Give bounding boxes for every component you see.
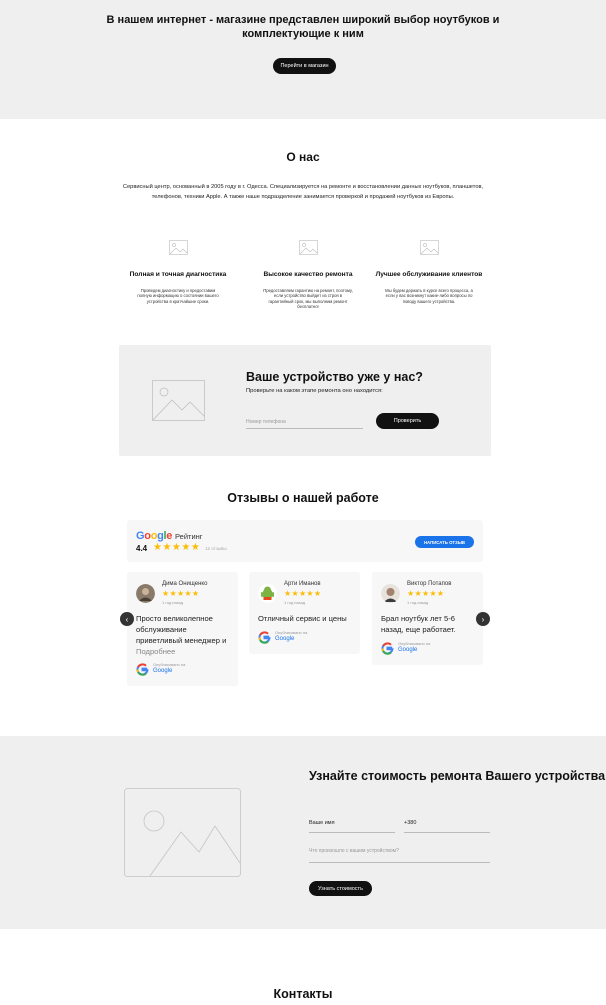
contacts-title: Контакты — [273, 987, 333, 1001]
published-label: Опубликовано на — [153, 662, 186, 667]
google-rating-bar: Google Рейтинг 4.4 ★★★★★ 12 отзывы НАПИС… — [127, 520, 483, 562]
feature-diagnostics: Полная и точная диагностика Проведем диа… — [118, 240, 238, 304]
hero-section: В нашем интернет - магазине представлен … — [0, 0, 606, 119]
review-text: Просто великолепное обслуживание приветл… — [136, 613, 233, 657]
check-status-button[interactable]: Проверить — [376, 413, 439, 429]
image-placeholder-icon — [298, 240, 318, 255]
published-on-google: Опубликовано на Google — [258, 629, 358, 645]
reviewer-name: Дима Онищенко — [162, 581, 208, 587]
write-review-button[interactable]: НАПИСАТЬ ОТЗЫВ — [415, 536, 474, 548]
published-on-google: Опубликовано на Google — [381, 640, 481, 656]
google-g-icon — [381, 642, 394, 655]
go-to-shop-button[interactable]: Перейти в магазин — [273, 58, 336, 74]
feature-quality: Высокое качество ремонта Предоставляем г… — [248, 240, 368, 309]
name-field[interactable]: Ваше имя — [309, 820, 395, 833]
rating-stars: ★★★★★ — [153, 542, 201, 553]
feature-text: Мы будем держать в курсе всего процесса,… — [385, 288, 473, 304]
review-time: 1 год назад — [284, 600, 306, 605]
published-on-google: Опубликовано на Google — [136, 661, 236, 677]
published-label: Опубликовано на — [398, 641, 431, 646]
image-placeholder-icon — [152, 380, 205, 421]
image-placeholder-icon — [419, 240, 439, 255]
review-stars: ★★★★★ — [162, 589, 200, 598]
avatar — [258, 584, 277, 603]
reviewer-name: Арти Иманов — [284, 581, 321, 587]
review-count: 12 отзывы — [205, 546, 227, 551]
repair-status-section: Ваше устройство уже у нас? Проверьте на … — [119, 345, 491, 456]
feature-title: Полная и точная диагностика — [129, 271, 227, 278]
carousel-next-button[interactable]: › — [476, 612, 490, 626]
read-more-link[interactable]: Подробнее — [136, 647, 175, 656]
rating-label: Рейтинг — [175, 532, 203, 541]
chevron-left-icon: ‹ — [125, 614, 129, 624]
review-text: Брал ноутбук лет 5-6 назад, еще работает… — [381, 614, 456, 634]
status-title: Ваше устройство уже у нас? — [246, 370, 423, 384]
google-link[interactable]: Google — [398, 647, 417, 653]
reviewer-name: Виктор Потапов — [407, 581, 452, 587]
about-text: Сервисный центр, основанный в 2005 году … — [122, 184, 484, 200]
image-placeholder-icon — [168, 240, 188, 255]
feature-text: Предоставляем гарантию на ремонт, поэтом… — [263, 288, 353, 309]
review-time: 1 год назад — [407, 600, 429, 605]
phone-field[interactable]: +380 — [404, 820, 490, 833]
feature-title: Высокое качество ремонта — [263, 271, 353, 278]
google-link[interactable]: Google — [275, 636, 294, 642]
feature-title: Лучшее обслуживание клиентов — [375, 271, 483, 278]
review-card: Арти Иманов ★★★★★ 1 год назад Отличный с… — [249, 572, 360, 654]
feature-service: Лучшее обслуживание клиентов Мы будем де… — [369, 240, 489, 304]
google-logo: Google — [136, 530, 173, 542]
google-link[interactable]: Google — [153, 668, 172, 674]
image-placeholder-icon — [124, 788, 241, 877]
review-stars: ★★★★★ — [284, 589, 322, 598]
review-stars: ★★★★★ — [407, 589, 445, 598]
feature-text: Проведем диагностику и предоставим полну… — [137, 288, 219, 304]
calc-title: Узнайте стоимость ремонта Вашего устройс… — [309, 769, 606, 783]
repair-cost-section: Узнайте стоимость ремонта Вашего устройс… — [0, 736, 606, 929]
phone-input[interactable] — [246, 415, 363, 429]
hero-title: В нашем интернет - магазине представлен … — [106, 14, 500, 40]
published-label: Опубликовано на — [275, 630, 308, 635]
carousel-prev-button[interactable]: ‹ — [120, 612, 134, 626]
review-text: Отличный сервис и цены — [258, 614, 347, 623]
reviews-title: Отзывы о нашей работе — [227, 491, 379, 505]
review-text-body: Просто великолепное обслуживание приветл… — [136, 614, 227, 645]
google-g-icon — [258, 631, 271, 644]
review-card: Виктор Потапов ★★★★★ 1 год назад Брал но… — [372, 572, 483, 665]
about-title: О нас — [286, 150, 320, 164]
avatar — [381, 584, 400, 603]
problem-field[interactable]: Что произошло с вашим устройством? — [309, 848, 490, 863]
get-price-button[interactable]: Узнать стоимость — [309, 881, 372, 896]
review-time: 1 год назад — [162, 600, 184, 605]
status-subtitle: Проверьте на каком этапе ремонта оно нах… — [246, 388, 383, 394]
review-card: Дима Онищенко ★★★★★ 1 год назад Просто в… — [127, 572, 238, 686]
avatar — [136, 584, 155, 603]
google-g-icon — [136, 663, 149, 676]
rating-score: 4.4 — [136, 544, 148, 553]
chevron-right-icon: › — [481, 614, 485, 624]
